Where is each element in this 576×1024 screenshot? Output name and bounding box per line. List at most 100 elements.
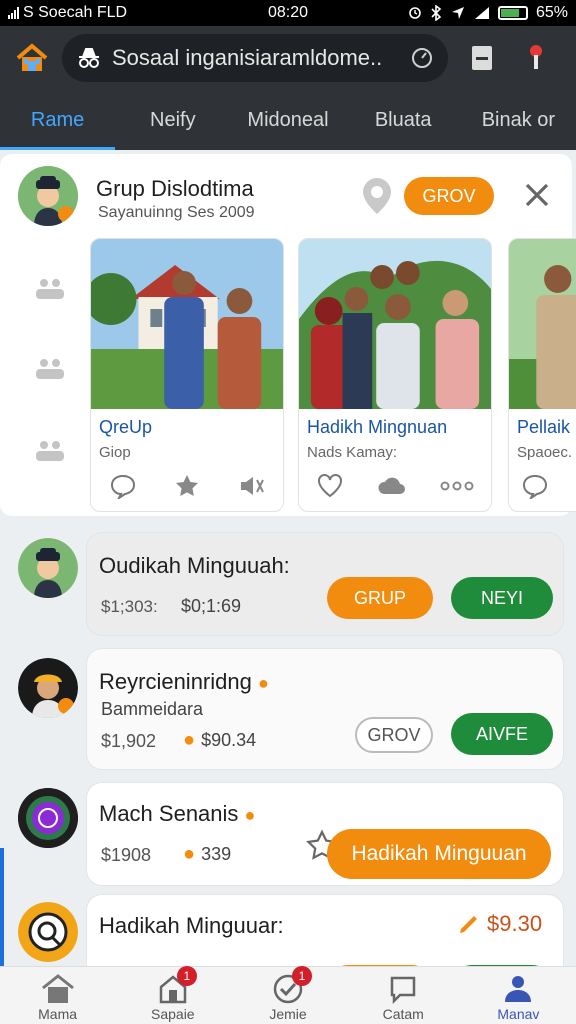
avatar[interactable] [18,658,78,718]
nav-label: Manav [497,1006,540,1022]
nav-catam[interactable]: Catam [346,967,461,1024]
feed-item[interactable]: Mach Senanis ● $1908 ● 339 Hadikah Minguu… [86,782,564,886]
star-icon[interactable] [174,473,200,499]
carrier-label: S Soecah FLD [23,4,128,21]
feed-item-amount: 339 [201,844,232,864]
feed-item-amount-wrap: ● 339 [183,843,231,866]
bottom-nav: Mama 1 Sapaie 1 Jemie Catam Manav [0,966,576,1024]
tab-bluata[interactable]: Bluata [346,90,461,150]
feed-item-price: $9.30 [487,911,543,936]
close-icon[interactable] [520,178,554,212]
comment-icon[interactable] [109,473,137,499]
feed-item-title-text: Reyrcieninridng [99,669,252,694]
search-bar[interactable]: Sosaal inganisiaramldome.. [62,34,448,82]
cloud-icon[interactable] [377,474,407,498]
battery-icon [497,6,528,20]
card-subtitle: Giop [99,444,131,461]
app-bar: Sosaal inganisiaramldome.. [0,26,576,90]
nav-mama[interactable]: Mama [0,967,115,1024]
feed-item[interactable]: Reyrcieninridng ● Bammeidara $1,902 ● $90… [86,648,564,770]
feed-item-amount-wrap: ● $90.34 [183,729,256,752]
home-icon [41,974,74,1003]
group-members-icon[interactable] [34,438,66,462]
group-photo [509,239,576,409]
emoji-icon: ● [183,843,196,865]
group-members-icon[interactable] [34,276,66,300]
feed-item-amount: $0;1:69 [181,596,242,616]
battery-percent: 65% [535,4,568,21]
feed-item-price-wrap: $9.30 [457,911,542,937]
nav-sapaie[interactable]: 1 Sapaie [115,966,230,1024]
tab-neify[interactable]: Neify [115,90,230,150]
selection-indicator [0,848,4,966]
card-title: QreUp [99,417,153,437]
mute-speaker-icon[interactable] [237,474,265,498]
tab-binak-or[interactable]: Binak or [461,90,576,150]
card-subtitle: Nads Kamay: [307,444,398,461]
feed-item-title: Mach Senanis ● [99,801,255,827]
card-subtitle: Spaoec. [517,444,573,461]
status-bar: S Soecah FLD 08:20 65% [0,0,576,26]
heart-icon[interactable] [316,473,344,499]
feed-item-price: $1908 [101,845,152,865]
nav-label: Jemie [269,1006,307,1022]
card-title: Hadikh Mingnuan [307,417,448,437]
tab-rame[interactable]: Rame [0,90,116,150]
feed-item-price: $1;303: [101,597,158,616]
refresh-icon[interactable] [410,46,434,70]
people-icon [505,976,532,1002]
group-photo [299,239,491,409]
group-photo-card[interactable]: Pellaik Spaoec. [508,238,576,512]
group-members-icon[interactable] [34,356,66,380]
nav-label: Mama [38,1006,78,1022]
avatar[interactable] [18,538,78,598]
group-action-button[interactable]: Hadikah Minguuan [327,829,551,879]
signal-icon [8,7,19,19]
feed-item-title: Hadikah Minguuar: [99,913,284,938]
home-logo-icon[interactable] [12,38,52,78]
feed-item-title-text: Mach Senanis [99,801,239,826]
emoji-icon: ● [257,673,269,693]
more-icon[interactable] [440,481,474,491]
avatar[interactable] [18,902,78,962]
feed-item[interactable]: Oudikah Minguuah: $1;303: $0;1:69 GRUP N… [86,532,564,636]
nav-jemie[interactable]: 1 Jemie [230,966,345,1024]
feed-item-title: Reyrcieninridng ● [99,669,269,695]
join-group-button[interactable]: GROV [355,717,433,753]
bookmark-icon[interactable] [462,38,502,78]
tab-midoneal[interactable]: Midoneal [230,90,345,150]
avatar[interactable] [18,166,78,226]
bluetooth-icon [431,5,442,21]
join-group-button[interactable]: GRUP [327,577,433,619]
search-input[interactable]: Sosaal inganisiaramldome.. [112,45,400,71]
chat-icon [390,976,416,1004]
notification-pin-icon[interactable] [516,38,556,78]
comment-icon[interactable] [521,473,549,499]
featured-group-card: Grup Dislodtima Sayanuinng Ses 2009 GROV [0,154,576,516]
avatar[interactable] [18,788,78,848]
feed-item-amount: $90.34 [201,730,257,750]
group-photo [91,239,283,409]
card-title: Pellaik [517,417,571,437]
pencil-icon[interactable] [457,912,481,936]
tab-bar: Rame Neify Midoneal Bluata Binak or [0,90,576,150]
incognito-icon [79,48,99,68]
emoji-icon: ● [244,805,256,825]
feed-item[interactable]: Hadikah Minguuar: $9.30 [86,894,564,966]
feed-item-price: $1,902 [101,731,157,751]
emoji-icon: ● [183,729,196,751]
notification-badge: 1 [292,966,312,986]
feed-item-title: Oudikah Minguuah: [99,553,290,578]
group-title: Grup Dislodtima [96,176,254,201]
notify-button[interactable]: NEYI [451,577,553,619]
active-button[interactable]: AIVFE [451,713,553,755]
location-arrow-icon [451,7,464,19]
group-join-button[interactable]: GROV [404,177,494,215]
group-photo-card[interactable]: Hadikh Mingnuan Nads Kamay: [298,238,492,512]
cell-signal-icon [474,7,489,19]
group-subtitle: Sayanuinng Ses 2009 [98,204,255,221]
nav-manav[interactable]: Manav [461,967,576,1024]
location-pin-icon[interactable] [360,176,394,216]
notification-badge: 1 [176,966,197,986]
group-photo-card[interactable]: QreUp Giop [90,238,284,512]
